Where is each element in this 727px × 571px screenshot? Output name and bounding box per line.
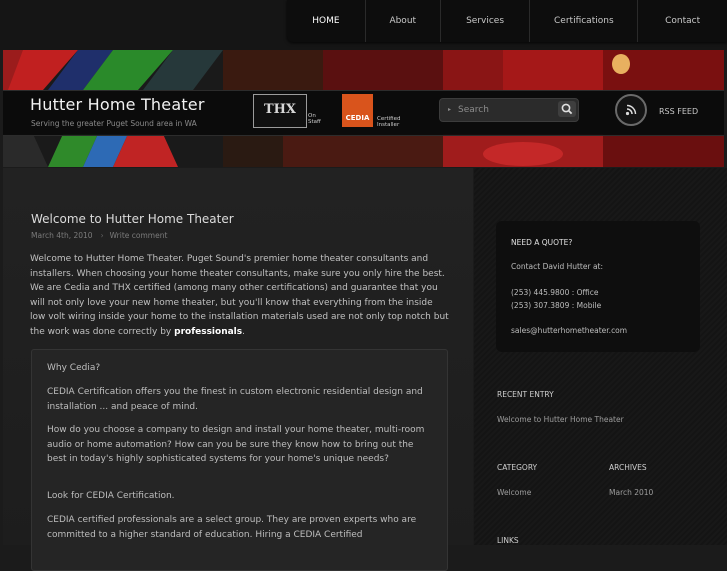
email-link[interactable]: sales@hutterhometheater.com — [511, 326, 627, 335]
thx-logo: THX — [253, 94, 307, 128]
office-phone: (253) 445.9800 : Office — [511, 288, 599, 297]
post-intro-end: . — [242, 326, 245, 337]
search-icon — [561, 103, 573, 115]
site-title[interactable]: Hutter Home Theater — [30, 95, 205, 114]
search-bullet-icon: ▸ — [448, 106, 452, 113]
quote-box-title: NEED A QUOTE? — [511, 238, 573, 247]
site-tagline: Serving the greater Puget Sound area in … — [31, 119, 197, 128]
quote-paragraph-3: Look for CEDIA Certification. — [47, 491, 175, 501]
write-comment-link[interactable]: Write comment — [110, 231, 168, 240]
quote-heading: Why Cedia? — [47, 363, 101, 373]
main-nav: HOME About Services Certifications Conta… — [287, 0, 727, 42]
cedia-note-line2: Installer — [377, 122, 400, 128]
search-input[interactable] — [456, 101, 552, 119]
nav-services[interactable]: Services — [441, 0, 531, 42]
cedia-quote-block: Why Cedia? CEDIA Certification offers yo… — [31, 349, 448, 571]
rss-feed-link[interactable]: RSS FEED — [659, 107, 698, 116]
recent-entry-link[interactable]: Welcome to Hutter Home Theater — [497, 415, 624, 424]
nav-about[interactable]: About — [366, 0, 441, 42]
category-link-welcome[interactable]: Welcome — [497, 488, 531, 497]
post-intro-bold: professionals — [174, 326, 243, 337]
post-meta: March 4th, 2010 › Write comment — [31, 231, 167, 240]
nav-home[interactable]: HOME — [287, 0, 366, 42]
post-intro: Welcome to Hutter Home Theater. Puget So… — [30, 252, 450, 339]
thx-logo-text: THX — [263, 102, 297, 117]
recent-entry-heading: RECENT ENTRY — [497, 390, 554, 399]
post-intro-text: Welcome to Hutter Home Theater. Puget So… — [30, 254, 449, 337]
nav-contact[interactable]: Contact — [638, 0, 727, 42]
meta-separator-icon: › — [100, 231, 104, 240]
rss-icon — [625, 104, 637, 116]
archives-heading: ARCHIVES — [609, 463, 647, 472]
quote-paragraph-4: CEDIA certified professionals are a sele… — [47, 515, 417, 540]
nav-certifications[interactable]: Certifications — [530, 0, 639, 42]
mobile-phone: (253) 307.3809 : Mobile — [511, 301, 602, 310]
quote-contact-text: Contact David Hutter at: — [511, 262, 604, 271]
quote-request-box: NEED A QUOTE? Contact David Hutter at: (… — [496, 221, 700, 352]
cedia-logo-text: CEDIA — [345, 114, 370, 122]
post-title[interactable]: Welcome to Hutter Home Theater — [31, 212, 234, 226]
post-date: March 4th, 2010 — [31, 231, 93, 240]
cedia-note: Certified Installer — [377, 116, 401, 128]
search-box: ▸ — [439, 98, 579, 122]
links-heading: LINKS — [497, 536, 519, 545]
category-heading: CATEGORY — [497, 463, 538, 472]
cedia-logo: CEDIA — [342, 94, 373, 127]
thx-note-line2: Staff — [308, 119, 321, 125]
thx-note: On Staff — [308, 113, 321, 125]
site-header: Hutter Home Theater Serving the greater … — [3, 50, 724, 167]
rss-button[interactable] — [615, 94, 647, 126]
main-content: Welcome to Hutter Home Theater March 4th… — [3, 168, 473, 571]
search-button[interactable] — [558, 101, 576, 117]
quote-paragraph-1: CEDIA Certification offers you the fines… — [47, 387, 423, 412]
sidebar: NEED A QUOTE? Contact David Hutter at: (… — [474, 168, 727, 545]
quote-paragraph-2: How do you choose a company to design an… — [47, 425, 425, 464]
archive-link-march-2010[interactable]: March 2010 — [609, 488, 653, 497]
